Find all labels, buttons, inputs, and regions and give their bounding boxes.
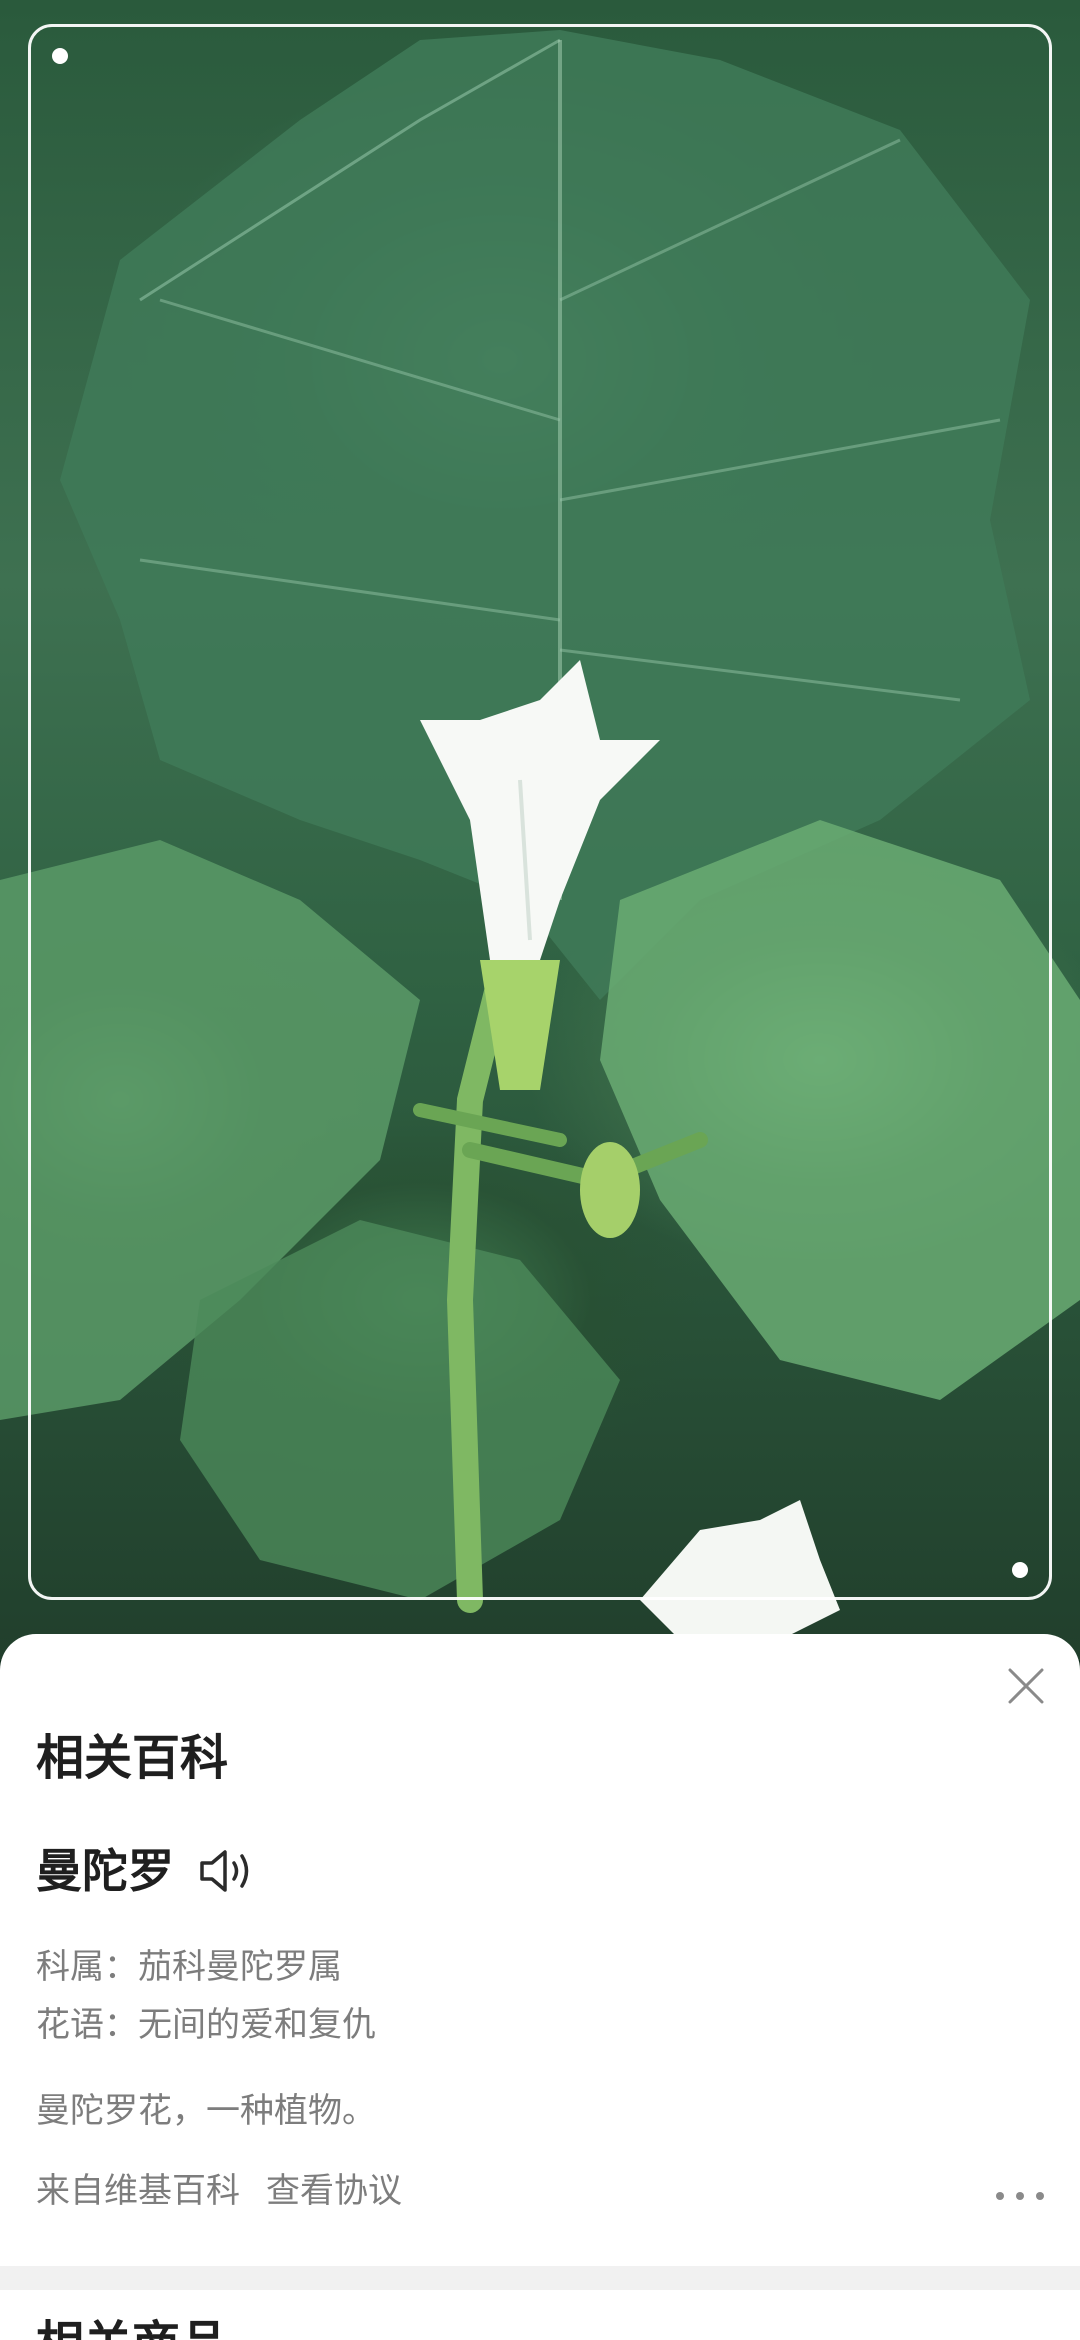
source-label: 来自维基百科 bbox=[36, 2171, 240, 2211]
plant-name-row: 曼陀罗 bbox=[36, 1846, 256, 1896]
pronunciation-button[interactable] bbox=[198, 1846, 256, 1896]
recognition-frame bbox=[28, 24, 1052, 1600]
frame-handle-top-left[interactable] bbox=[52, 48, 68, 64]
related-products-card: 相关商品 bbox=[0, 2290, 1080, 2340]
related-products-title: 相关商品 bbox=[36, 2320, 228, 2340]
source-row: 来自维基百科 查看协议 bbox=[36, 2174, 402, 2208]
close-icon bbox=[1008, 1668, 1044, 1704]
more-options-button[interactable] bbox=[996, 2184, 1044, 2208]
captured-photo bbox=[0, 0, 1080, 1660]
result-sheet: 相关百科 曼陀罗 科属：茄科曼陀罗属 花语：无间的爱和复仇 曼陀罗花，一种植物。… bbox=[0, 1634, 1080, 2266]
plant-name: 曼陀罗 bbox=[36, 1844, 174, 1898]
speaker-icon bbox=[200, 1850, 249, 1892]
close-button[interactable] bbox=[998, 1658, 1054, 1714]
more-horizontal-icon bbox=[996, 2192, 1004, 2200]
image-recognition-screen: 相关百科 曼陀罗 科属：茄科曼陀罗属 花语：无间的爱和复仇 曼陀罗花，一种植物。… bbox=[0, 0, 1080, 2340]
plant-description: 曼陀罗花，一种植物。 bbox=[36, 2091, 376, 2131]
family-info: 科属：茄科曼陀罗属 bbox=[36, 1947, 342, 1987]
flower-language-info: 花语：无间的爱和复仇 bbox=[36, 2005, 376, 2045]
section-title: 相关百科 bbox=[36, 1730, 229, 1786]
frame-handle-bottom-right[interactable] bbox=[1012, 1562, 1028, 1578]
view-agreement-link[interactable]: 查看协议 bbox=[266, 2174, 402, 2208]
section-divider bbox=[0, 2266, 1080, 2290]
